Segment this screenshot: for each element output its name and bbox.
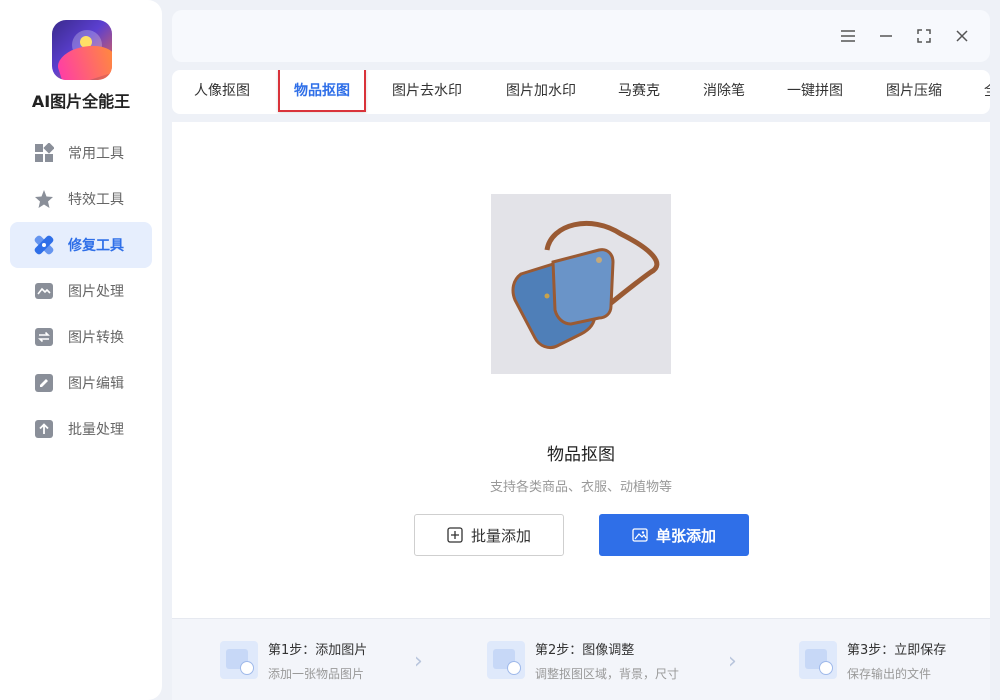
chevron-right-icon: › xyxy=(728,649,737,674)
sidebar-item-batch[interactable]: 批量处理 xyxy=(10,406,152,452)
step-1: 第1步：添加图片 添加一张物品图片 xyxy=(220,641,367,683)
batch-add-label: 批量添加 xyxy=(470,526,531,545)
add-image-icon xyxy=(220,641,258,679)
step-title: 第1步：添加图片 xyxy=(268,643,368,658)
close-icon[interactable] xyxy=(950,24,974,48)
star-icon xyxy=(34,189,54,209)
page-heading: 物品抠图 xyxy=(547,445,615,465)
app-logo xyxy=(52,20,112,80)
image-wave-icon xyxy=(34,281,54,301)
sidebar-item-label: 图片处理 xyxy=(68,284,124,300)
step-desc: 调整抠图区域，背景，尺寸 xyxy=(535,667,680,681)
title-bar xyxy=(172,10,990,62)
sample-image xyxy=(491,194,671,374)
tab-eraser[interactable]: 消除笔 xyxy=(703,70,745,114)
convert-icon xyxy=(34,327,54,347)
tab-add-watermark[interactable]: 图片加水印 xyxy=(506,70,576,114)
minimize-icon[interactable] xyxy=(874,24,898,48)
step-title: 第3步：立即保存 xyxy=(847,643,947,658)
app-name: AI图片全能王 xyxy=(31,92,131,111)
steps-bar: 第1步：添加图片 添加一张物品图片 › 第2步：图像调整 调整抠图区域，背景，尺… xyxy=(172,618,990,700)
sidebar-item-repair-tools[interactable]: 修复工具 xyxy=(10,222,152,268)
batch-add-button[interactable]: 批量添加 xyxy=(414,514,564,556)
sidebar-item-label: 修复工具 xyxy=(68,238,124,254)
step-2: 第2步：图像调整 调整抠图区域，背景，尺寸 xyxy=(487,641,679,683)
main-panel: 物品抠图 支持各类商品、衣服、动植物等 批量添加 单张添加 xyxy=(172,122,990,618)
image-icon xyxy=(632,527,648,543)
sidebar-item-effects[interactable]: 特效工具 xyxy=(10,176,152,222)
step-desc: 保存输出的文件 xyxy=(847,667,932,681)
sidebar-item-label: 图片转换 xyxy=(68,330,124,346)
sidebar-item-image-processing[interactable]: 图片处理 xyxy=(10,268,152,314)
adjust-image-icon xyxy=(487,641,525,679)
sidebar: AI图片全能王 常用工具 特效工具 修复工具 图片处理 图片转换 图片编辑 批量… xyxy=(0,0,162,700)
tab-compress[interactable]: 图片压缩 xyxy=(886,70,942,114)
edit-icon xyxy=(34,373,54,393)
sidebar-item-image-convert[interactable]: 图片转换 xyxy=(10,314,152,360)
sidebar-item-label: 图片编辑 xyxy=(68,376,124,392)
single-add-button[interactable]: 单张添加 xyxy=(599,514,749,556)
sidebar-item-common-tools[interactable]: 常用工具 xyxy=(10,130,152,176)
tab-collage[interactable]: 一键拼图 xyxy=(787,70,843,114)
sidebar-item-image-edit[interactable]: 图片编辑 xyxy=(10,360,152,406)
tab-mosaic[interactable]: 马赛克 xyxy=(618,70,660,114)
step-title: 第2步：图像调整 xyxy=(535,643,635,658)
step-3: 第3步：立即保存 保存输出的文件 xyxy=(799,641,946,683)
window-controls xyxy=(836,24,974,48)
sidebar-item-label: 常用工具 xyxy=(68,146,124,162)
tab-remove-watermark[interactable]: 图片去水印 xyxy=(392,70,462,114)
tool-tabs: 人像抠图 物品抠图 图片去水印 图片加水印 马赛克 消除笔 一键拼图 图片压缩 … xyxy=(172,70,990,114)
sidebar-item-label: 批量处理 xyxy=(68,422,124,438)
fullscreen-icon[interactable] xyxy=(912,24,936,48)
menu-icon[interactable] xyxy=(836,24,860,48)
save-image-icon xyxy=(799,641,837,679)
tab-object-cutout[interactable]: 物品抠图 xyxy=(278,70,366,112)
single-add-label: 单张添加 xyxy=(655,526,716,545)
sidebar-item-label: 特效工具 xyxy=(68,192,124,208)
bandage-icon xyxy=(34,235,54,255)
sidebar-nav: 常用工具 特效工具 修复工具 图片处理 图片转换 图片编辑 批量处理 xyxy=(10,130,152,452)
tab-more[interactable]: 全 xyxy=(984,70,990,114)
chevron-right-icon: › xyxy=(414,649,423,674)
add-square-icon xyxy=(447,527,463,543)
tab-portrait-cutout[interactable]: 人像抠图 xyxy=(194,70,250,114)
upload-icon xyxy=(34,419,54,439)
page-subheading: 支持各类商品、衣服、动植物等 xyxy=(489,480,672,495)
step-desc: 添加一张物品图片 xyxy=(268,667,365,681)
grid-icon xyxy=(34,143,54,163)
